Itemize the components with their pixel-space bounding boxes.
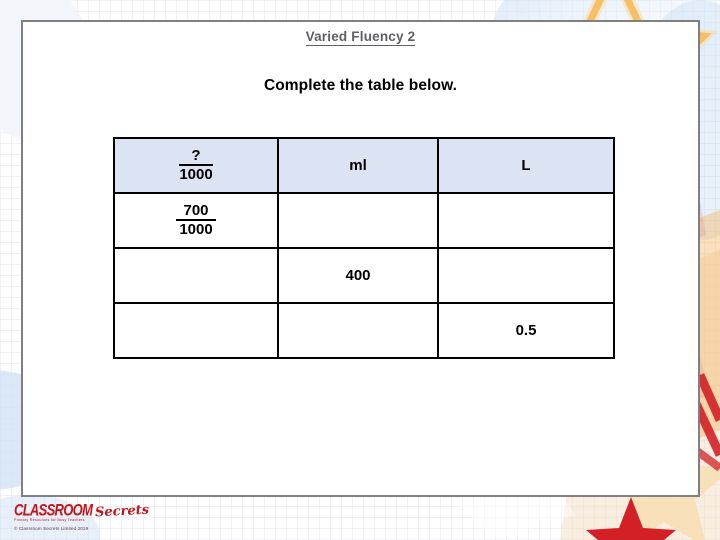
instruction-text: Complete the table below.	[263, 77, 458, 94]
page-title: Varied Fluency 2	[23, 29, 698, 46]
fraction-denominator: 1000	[179, 166, 213, 184]
page-title-text: Varied Fluency 2	[305, 29, 416, 46]
cell-r2c2-value: 400	[277, 247, 439, 304]
header-cell-litres: L	[437, 137, 615, 194]
logo-secondary-text: Secrets	[94, 502, 150, 521]
logo-wordmark: CLASSROOM Secrets	[14, 500, 150, 521]
logo-tagline: Primary Resources for Busy Teachers	[14, 518, 85, 522]
logo-primary-text: CLASSROOM	[14, 500, 93, 520]
copyright-text: © Classroom Secrets Limited 2019	[14, 525, 89, 531]
fraction-unknown-over-1000: ? 1000	[179, 147, 213, 184]
classroom-secrets-logo: CLASSROOM Secrets Primary Resources for …	[14, 500, 150, 531]
cell-r2c3-answer-blank[interactable]	[437, 247, 615, 304]
fraction-700-over-1000: 700 1000	[176, 202, 216, 239]
cell-r1c3-answer-blank[interactable]	[437, 192, 615, 249]
cell-r3c1-answer-blank[interactable]	[113, 302, 279, 359]
table-row: 0.5	[113, 302, 615, 359]
header-cell-ml: ml	[277, 137, 439, 194]
fraction-numerator: 700	[176, 202, 216, 222]
header-cell-fraction: ? 1000	[113, 137, 279, 194]
cell-r3c3-value: 0.5	[437, 302, 615, 359]
table-header-row: ? 1000 ml L	[113, 137, 615, 194]
worksheet-content-frame: Varied Fluency 2 Complete the table belo…	[21, 20, 700, 497]
table-row: 700 1000	[113, 192, 615, 249]
table-row: 400	[113, 247, 615, 304]
conversion-table: ? 1000 ml L 700 1000 400 0.5	[113, 137, 615, 359]
fraction-denominator: 1000	[179, 221, 213, 239]
cell-r2c1-answer-blank[interactable]	[113, 247, 279, 304]
fraction-numerator: ?	[179, 147, 213, 167]
cell-r1c2-answer-blank[interactable]	[277, 192, 439, 249]
cell-r3c2-answer-blank[interactable]	[277, 302, 439, 359]
cell-r1c1-fraction: 700 1000	[113, 192, 279, 249]
